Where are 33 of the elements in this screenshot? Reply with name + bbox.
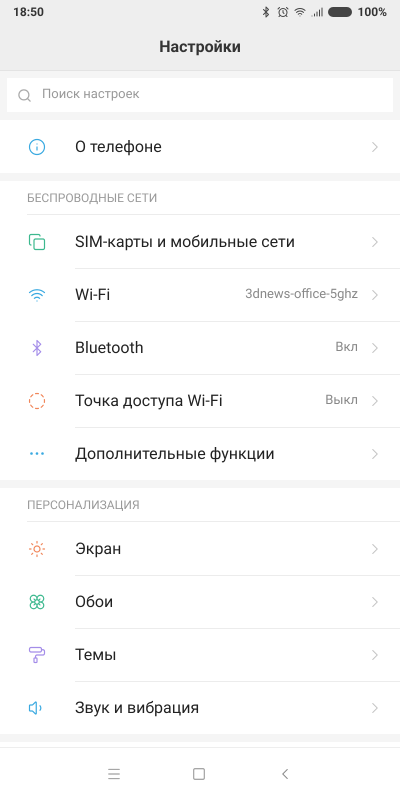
menu-icon[interactable]	[106, 766, 122, 782]
page-title: Настройки	[159, 36, 241, 58]
search-field[interactable]: Поиск настроек	[7, 78, 393, 112]
search-icon	[17, 88, 32, 102]
settings-item[interactable]: О телефоне	[0, 120, 400, 173]
item-label: Темы	[75, 644, 118, 666]
item-label: Обои	[75, 591, 114, 613]
item-label: Wi-Fi	[75, 284, 112, 306]
flower-icon	[28, 592, 46, 610]
info-icon	[28, 138, 46, 156]
sim-cards-icon	[28, 232, 46, 250]
rings-icon	[28, 392, 46, 410]
item-label: Звук и вибрация	[75, 697, 200, 719]
sun-icon	[28, 540, 46, 558]
item-label: Точка доступа Wi-Fi	[75, 390, 224, 412]
item-value: Вкл	[335, 339, 358, 358]
section-header: БЕСПРОВОДНЫЕ СЕТИ	[27, 190, 158, 206]
battery-level: 100%	[357, 4, 387, 21]
item-value: 3dnews-office-5ghz	[245, 286, 358, 304]
item-label: Экран	[75, 538, 122, 560]
item-label: Дополнительные функции	[75, 443, 276, 465]
item-label: О телефоне	[75, 136, 163, 158]
status-time: 18:50	[13, 4, 45, 21]
battery-icon	[328, 7, 352, 17]
alarm-icon	[277, 6, 290, 18]
section-header: ПЕРСОНАЛИЗАЦИЯ	[27, 496, 140, 514]
signal-icon	[311, 6, 324, 18]
home-icon[interactable]	[192, 767, 206, 781]
item-label: SIM-карты и мобильные сети	[75, 230, 296, 252]
item-value: Выкл	[325, 392, 358, 410]
paint-roller-icon	[28, 646, 46, 664]
item-label: Bluetooth	[75, 337, 145, 359]
dots-icon	[30, 452, 44, 455]
